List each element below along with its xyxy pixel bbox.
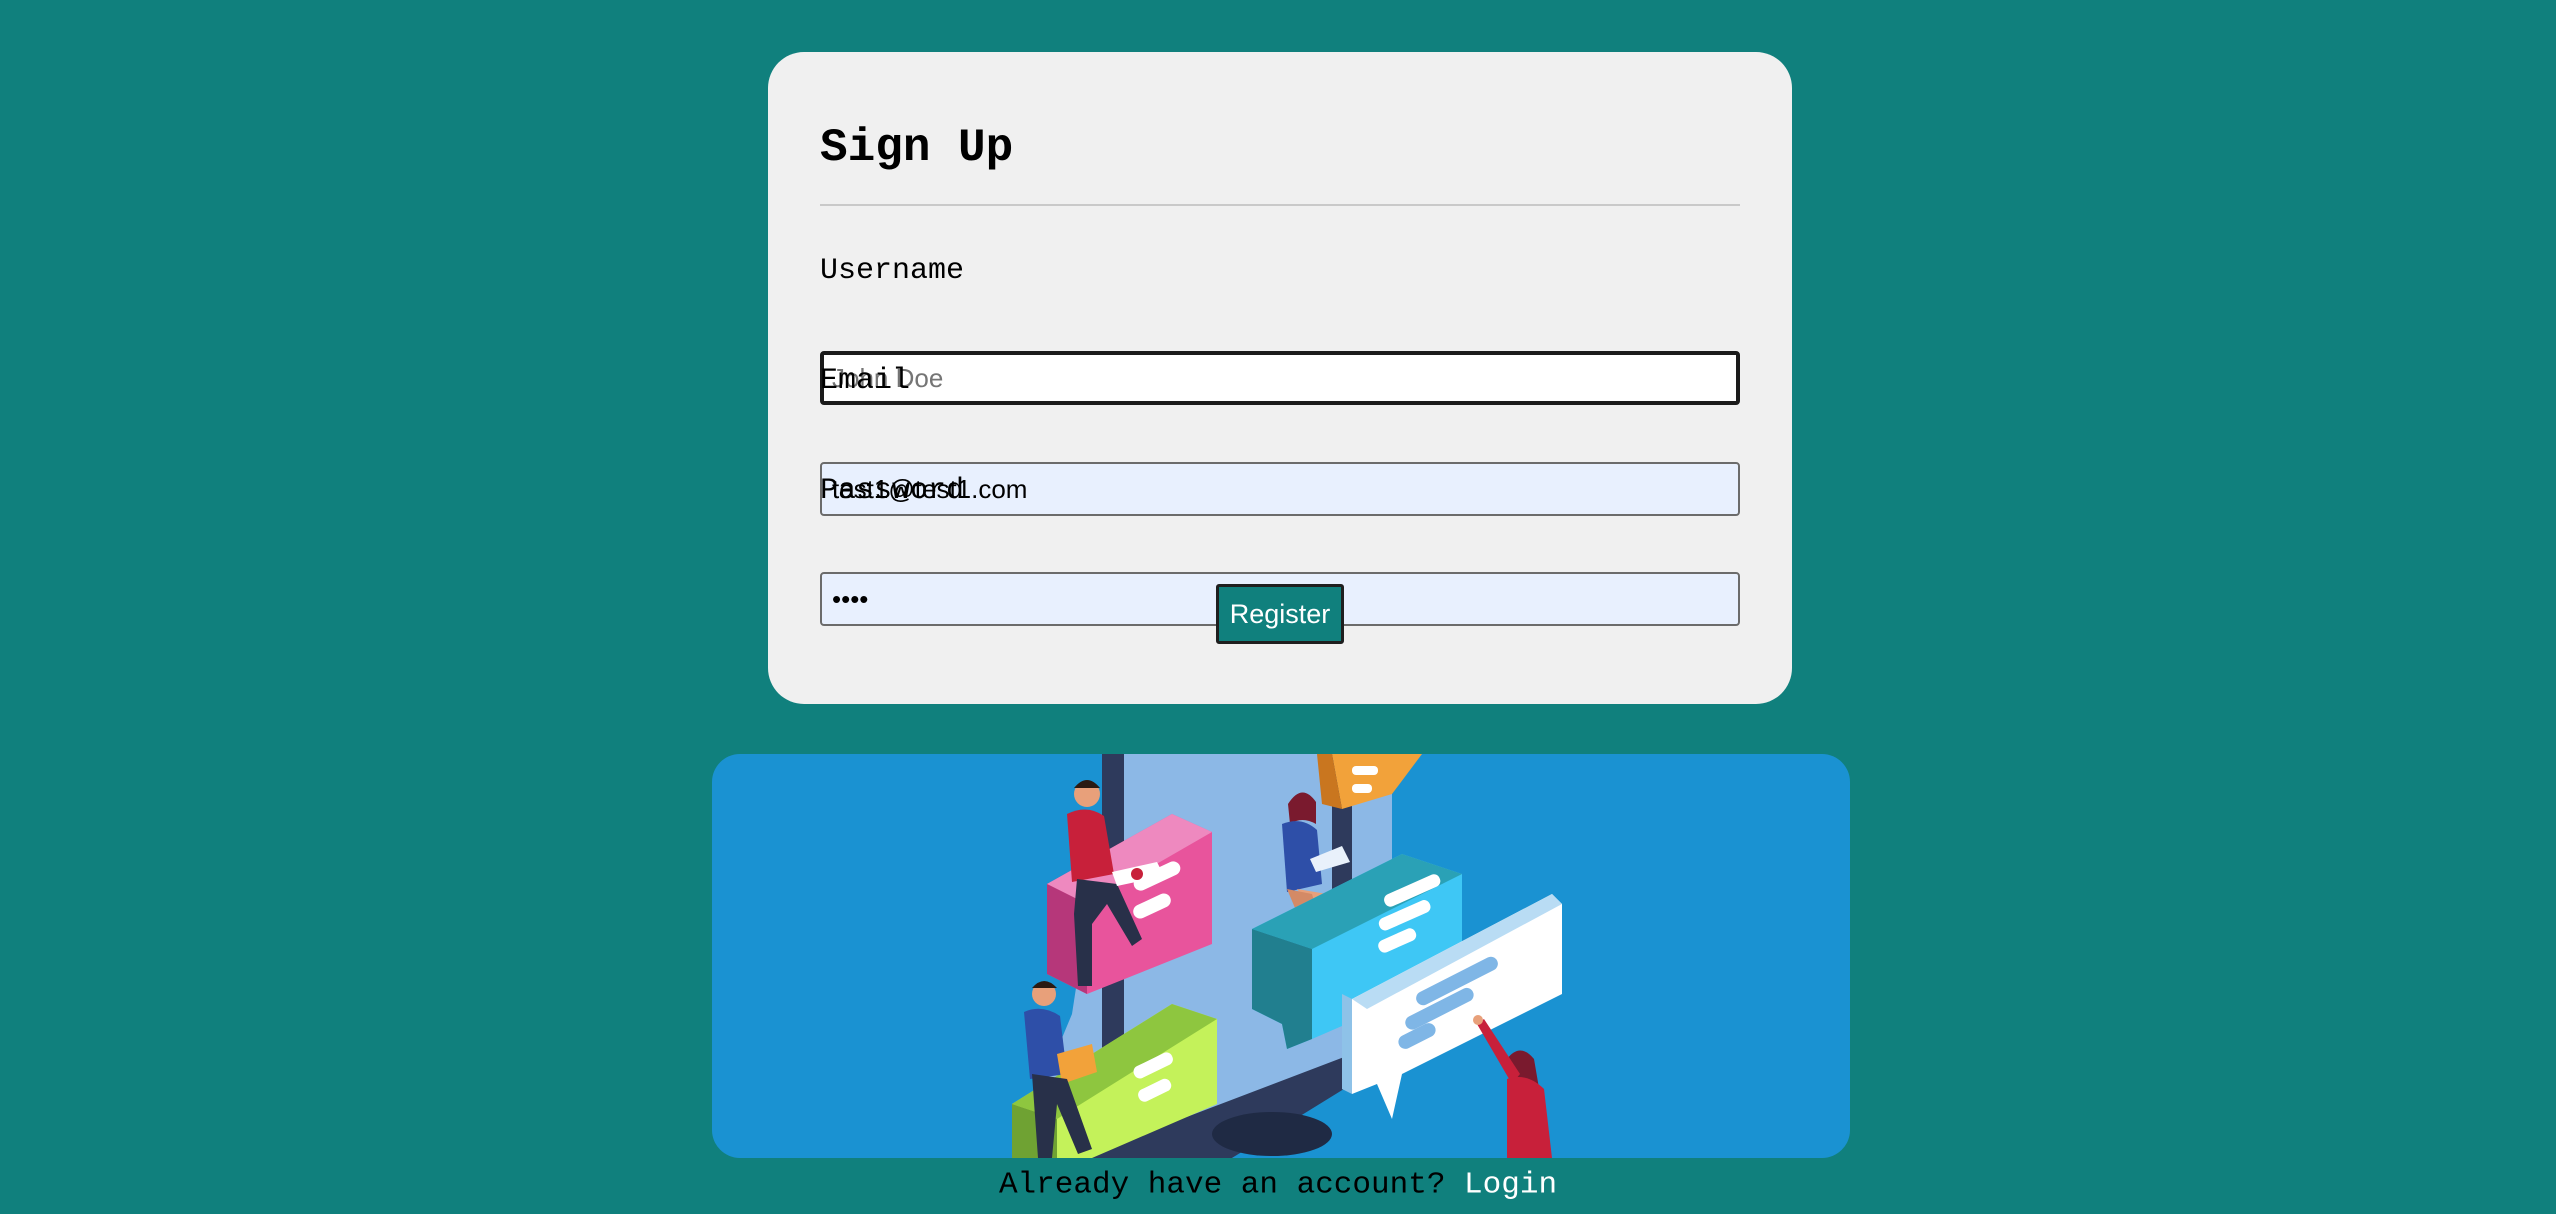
people-chat-illustration bbox=[712, 754, 1850, 1158]
title-divider bbox=[820, 204, 1740, 206]
username-label: Username bbox=[820, 254, 965, 288]
signup-card: Sign Up Username Email Password Register bbox=[768, 52, 1792, 704]
login-prompt-text: Already have an account? bbox=[998, 1167, 1465, 1203]
login-prompt: Already have an account? Login bbox=[0, 1170, 2556, 1201]
login-link[interactable]: Login bbox=[1464, 1168, 1557, 1203]
username-input[interactable] bbox=[820, 351, 1740, 405]
register-button[interactable]: Register bbox=[1216, 584, 1344, 644]
password-label: Password bbox=[820, 474, 965, 508]
signup-page: Sign Up Username Email Password Register bbox=[0, 0, 2556, 1214]
email-label: Email bbox=[820, 364, 911, 398]
page-title: Sign Up bbox=[820, 122, 1014, 174]
